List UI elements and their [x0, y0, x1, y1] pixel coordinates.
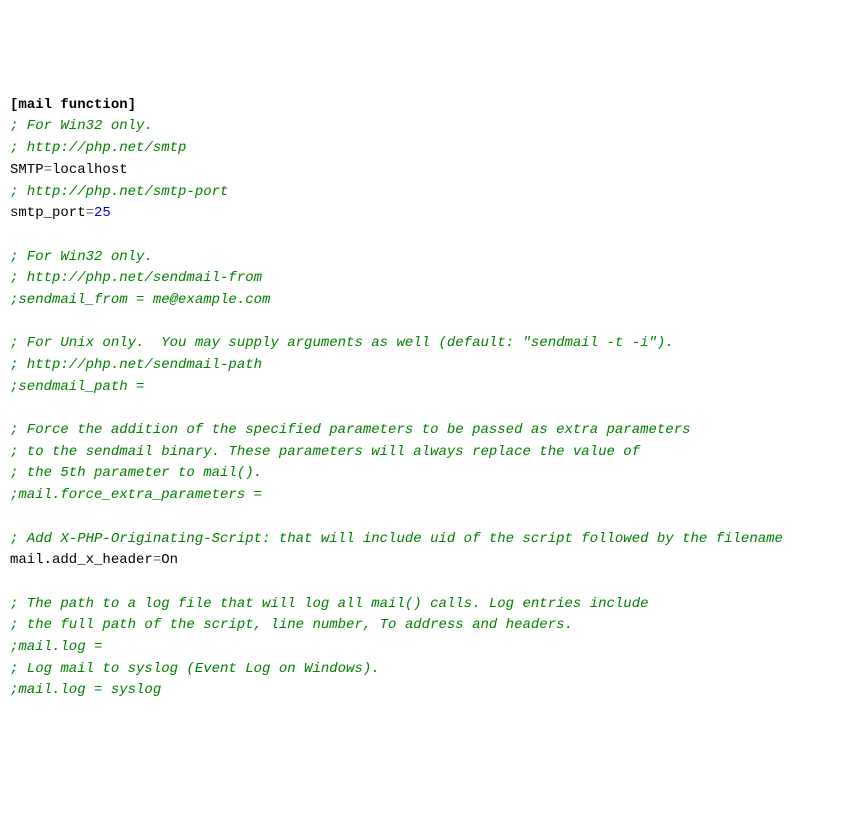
comment-text: ; Add X-PHP-Originating-Script: that wil… [10, 531, 783, 547]
config-key: SMTP [10, 162, 44, 178]
comment-text: ;mail.log = [10, 639, 102, 655]
comment-text: ; the full path of the script, line numb… [10, 617, 573, 633]
comment-text: ; to the sendmail binary. These paramete… [10, 444, 640, 460]
config-value: localhost [52, 162, 128, 178]
comment-text: ; For Unix only. You may supply argument… [10, 335, 674, 351]
comment-text: ;mail.force_extra_parameters = [10, 487, 262, 503]
config-value: On [161, 552, 178, 568]
code-line: ; The path to a log file that will log a… [10, 594, 835, 616]
config-key: smtp_port [10, 205, 86, 221]
code-line: smtp_port=25 [10, 203, 835, 225]
code-line: ; For Win32 only. [10, 247, 835, 269]
code-line [10, 572, 835, 594]
comment-text: ;sendmail_from = me@example.com [10, 292, 270, 308]
comment-text: ; the 5th parameter to mail(). [10, 465, 262, 481]
ini-code-block: [mail function] ; For Win32 only. ; http:/… [10, 95, 835, 702]
comment-text: ; http://php.net/smtp [10, 140, 186, 156]
code-line: ; http://php.net/sendmail-path [10, 355, 835, 377]
code-line: ;mail.force_extra_parameters = [10, 485, 835, 507]
code-line: SMTP=localhost [10, 160, 835, 182]
code-line [10, 507, 835, 529]
code-line: ; Add X-PHP-Originating-Script: that wil… [10, 529, 835, 551]
code-line: ; For Win32 only. [10, 116, 835, 138]
code-line: ;sendmail_from = me@example.com [10, 290, 835, 312]
code-line: ; For Unix only. You may supply argument… [10, 333, 835, 355]
code-line [10, 225, 835, 247]
comment-text: ; http://php.net/sendmail-from [10, 270, 262, 286]
code-line [10, 312, 835, 334]
code-line: ; Force the addition of the specified pa… [10, 420, 835, 442]
config-key: mail.add_x_header [10, 552, 153, 568]
code-line: ;sendmail_path = [10, 377, 835, 399]
code-line: ; Log mail to syslog (Event Log on Windo… [10, 659, 835, 681]
code-line: ;mail.log = [10, 637, 835, 659]
comment-text: ; Force the addition of the specified pa… [10, 422, 691, 438]
equals-sign: = [44, 162, 52, 178]
comment-text: ;mail.log = syslog [10, 682, 161, 698]
config-value: 25 [94, 205, 111, 221]
comment-text: ; For Win32 only. [10, 118, 153, 134]
code-line [10, 398, 835, 420]
code-line: mail.add_x_header=On [10, 550, 835, 572]
code-line: ; the 5th parameter to mail(). [10, 463, 835, 485]
code-line: ; the full path of the script, line numb… [10, 615, 835, 637]
comment-text: ; Log mail to syslog (Event Log on Windo… [10, 661, 380, 677]
code-line: ; http://php.net/smtp-port [10, 182, 835, 204]
equals-sign: = [153, 552, 161, 568]
code-line: ; http://php.net/sendmail-from [10, 268, 835, 290]
comment-text: ;sendmail_path = [10, 379, 144, 395]
section-header: [mail function] [10, 97, 136, 113]
code-line: ; to the sendmail binary. These paramete… [10, 442, 835, 464]
equals-sign: = [86, 205, 94, 221]
comment-text: ; http://php.net/sendmail-path [10, 357, 262, 373]
code-line: [mail function] [10, 95, 835, 117]
code-line: ; http://php.net/smtp [10, 138, 835, 160]
comment-text: ; For Win32 only. [10, 249, 153, 265]
code-line: ;mail.log = syslog [10, 680, 835, 702]
comment-text: ; http://php.net/smtp-port [10, 184, 228, 200]
